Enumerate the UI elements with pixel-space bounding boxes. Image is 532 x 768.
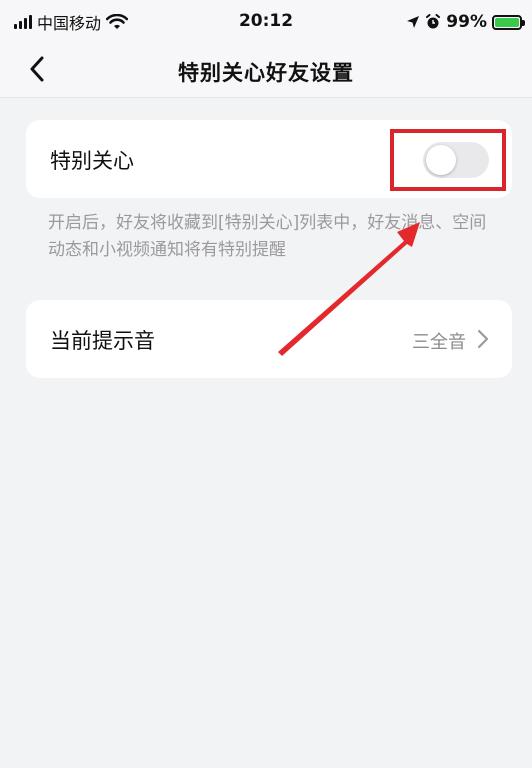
tone-value: 三全音 bbox=[412, 332, 466, 353]
highlight-annotation-box bbox=[390, 129, 506, 191]
battery-icon bbox=[492, 14, 525, 30]
status-bar: 中国移动 20:12 99% bbox=[0, 0, 532, 44]
special-care-label: 特别关心 bbox=[50, 149, 134, 173]
tone-label: 当前提示音 bbox=[50, 329, 155, 353]
red-arrow-annotation bbox=[278, 222, 420, 356]
status-time: 20:12 bbox=[238, 11, 294, 31]
nav-bar: 特别关心好友设置 bbox=[0, 44, 532, 98]
special-care-description: 开启后，好友将收藏到[特别关心]列表中，好友消息、空间动态和小视频通知将有特别提… bbox=[48, 213, 487, 260]
chevron-right-icon bbox=[477, 329, 489, 349]
notification-tone-row[interactable]: 当前提示音 三全音 bbox=[26, 300, 512, 378]
page-title: 特别关心好友设置 bbox=[178, 61, 354, 85]
